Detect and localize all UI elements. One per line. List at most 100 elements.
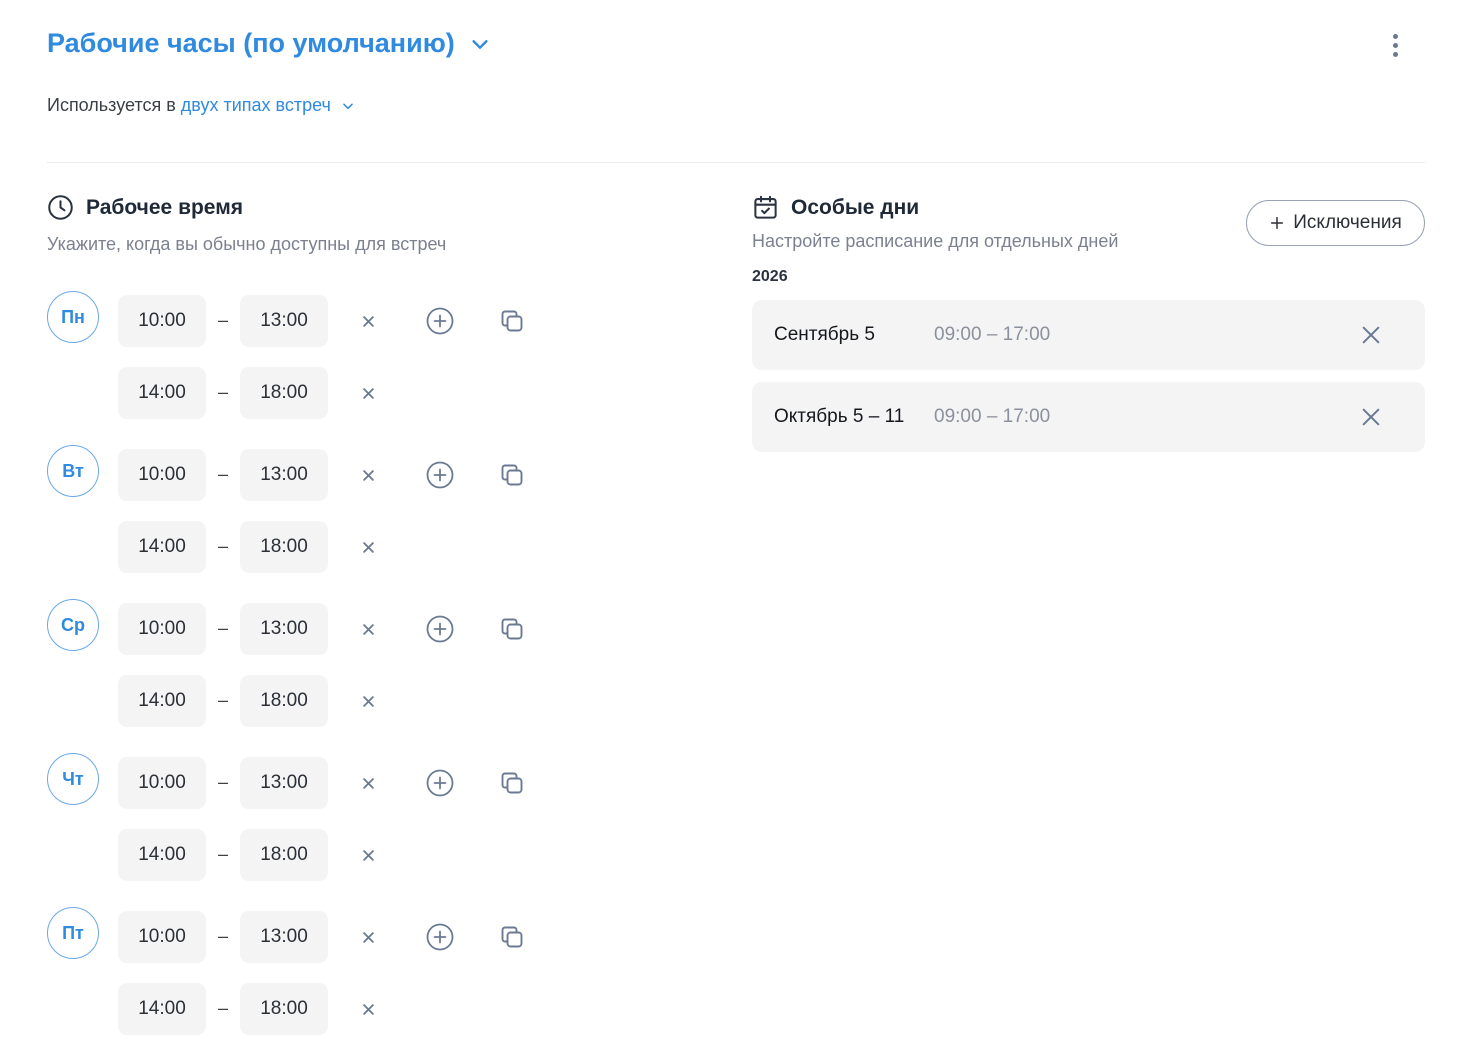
time-range-separator: – (217, 618, 228, 638)
close-icon (1362, 326, 1380, 344)
used-in-link[interactable]: двух типах встреч (181, 95, 355, 116)
add-exception-label: Исключения (1293, 212, 1402, 233)
remove-slot-button[interactable] (353, 922, 383, 952)
used-in-info: Используется в двух типах встреч (47, 95, 355, 116)
copy-schedule-button[interactable] (497, 768, 527, 798)
working-time-subtitle: Укажите, когда вы обычно доступны для вс… (47, 234, 447, 254)
remove-slot-button[interactable] (353, 840, 383, 870)
add-exception-button[interactable]: Исключения (1246, 200, 1425, 246)
chevron-down-icon (472, 39, 488, 49)
remove-special-day-button[interactable] (1356, 402, 1386, 432)
divider (47, 162, 1425, 163)
day-toggle-1[interactable]: Вт (47, 445, 99, 497)
start-time-field[interactable]: 14:00 (118, 675, 206, 727)
plus-circle-icon (426, 307, 454, 335)
copy-schedule-button[interactable] (497, 922, 527, 952)
copy-schedule-button[interactable] (497, 460, 527, 490)
close-icon (362, 849, 374, 861)
start-time-field[interactable]: 10:00 (118, 295, 206, 347)
day-toggle-3[interactable]: Чт (47, 753, 99, 805)
used-in-prefix: Используется в (47, 95, 176, 115)
time-range-separator: – (217, 536, 228, 556)
time-range-separator: – (217, 382, 228, 402)
special-day-time: 09:00 – 17:00 (934, 406, 1051, 427)
start-time-field[interactable]: 10:00 (118, 911, 206, 963)
special-day-date: Октябрь 5 – 11 (774, 406, 905, 427)
close-icon (362, 541, 374, 553)
special-days-subtitle: Настройте расписание для отдельных дней (752, 231, 1119, 251)
add-slot-button[interactable] (425, 614, 455, 644)
end-time-field[interactable]: 18:00 (240, 521, 328, 573)
add-slot-button[interactable] (425, 306, 455, 336)
start-time-field[interactable]: 10:00 (118, 449, 206, 501)
year-label: 2026 (752, 268, 788, 285)
end-time-field[interactable]: 18:00 (240, 983, 328, 1035)
close-icon (362, 623, 374, 635)
time-range-separator: – (217, 464, 228, 484)
remove-slot-button[interactable] (353, 306, 383, 336)
day-toggle-4[interactable]: Пт (47, 907, 99, 959)
remove-slot-button[interactable] (353, 768, 383, 798)
time-range-separator: – (217, 690, 228, 710)
plus-icon (1271, 216, 1284, 230)
end-time-field[interactable]: 13:00 (240, 449, 328, 501)
day-toggle-2[interactable]: Ср (47, 599, 99, 651)
calendar-check-icon (754, 195, 777, 219)
copy-icon (501, 926, 523, 948)
add-slot-button[interactable] (425, 922, 455, 952)
close-icon (362, 387, 374, 399)
special-days-heading: Особые дни (752, 194, 919, 221)
add-slot-button[interactable] (425, 460, 455, 490)
working-time-heading: Рабочее время (47, 194, 243, 221)
close-icon (362, 315, 374, 327)
end-time-field[interactable]: 13:00 (240, 911, 328, 963)
copy-icon (501, 772, 523, 794)
plus-circle-icon (426, 615, 454, 643)
close-icon (362, 931, 374, 943)
end-time-field[interactable]: 13:00 (240, 295, 328, 347)
time-range-separator: – (217, 998, 228, 1018)
end-time-field[interactable]: 18:00 (240, 829, 328, 881)
close-icon (362, 1003, 374, 1015)
used-in-link-label: двух типах встреч (180, 95, 331, 115)
end-time-field[interactable]: 18:00 (240, 367, 328, 419)
start-time-field[interactable]: 10:00 (118, 603, 206, 655)
start-time-field[interactable]: 10:00 (118, 757, 206, 809)
time-range-separator: – (217, 926, 228, 946)
special-day-row[interactable]: Октябрь 5 – 11 09:00 – 17:00 (752, 382, 1425, 452)
schedule-title-dropdown[interactable]: Рабочие часы (по умолчанию) (47, 28, 491, 59)
working-time-title: Рабочее время (86, 195, 243, 219)
time-range-separator: – (217, 844, 228, 864)
start-time-field[interactable]: 14:00 (118, 983, 206, 1035)
close-icon (362, 469, 374, 481)
special-day-date: Сентябрь 5 (774, 324, 875, 345)
special-days-title: Особые дни (791, 195, 920, 219)
remove-slot-button[interactable] (353, 532, 383, 562)
remove-special-day-button[interactable] (1356, 320, 1386, 350)
start-time-field[interactable]: 14:00 (118, 521, 206, 573)
chevron-down-icon (343, 102, 353, 109)
remove-slot-button[interactable] (353, 378, 383, 408)
plus-circle-icon (426, 769, 454, 797)
start-time-field[interactable]: 14:00 (118, 367, 206, 419)
copy-schedule-button[interactable] (497, 614, 527, 644)
close-icon (362, 777, 374, 789)
start-time-field[interactable]: 14:00 (118, 829, 206, 881)
copy-icon (501, 310, 523, 332)
remove-slot-button[interactable] (353, 994, 383, 1024)
remove-slot-button[interactable] (353, 686, 383, 716)
end-time-field[interactable]: 13:00 (240, 757, 328, 809)
copy-icon (501, 618, 523, 640)
day-toggle-0[interactable]: Пн (47, 291, 99, 343)
end-time-field[interactable]: 18:00 (240, 675, 328, 727)
add-slot-button[interactable] (425, 768, 455, 798)
clock-icon (48, 195, 73, 220)
more-options-icon[interactable] (1381, 30, 1409, 60)
remove-slot-button[interactable] (353, 460, 383, 490)
schedule-title: Рабочие часы (по умолчанию) (47, 28, 455, 58)
remove-slot-button[interactable] (353, 614, 383, 644)
copy-schedule-button[interactable] (497, 306, 527, 336)
end-time-field[interactable]: 13:00 (240, 603, 328, 655)
special-day-row[interactable]: Сентябрь 5 09:00 – 17:00 (752, 300, 1425, 370)
close-icon (1362, 408, 1380, 426)
